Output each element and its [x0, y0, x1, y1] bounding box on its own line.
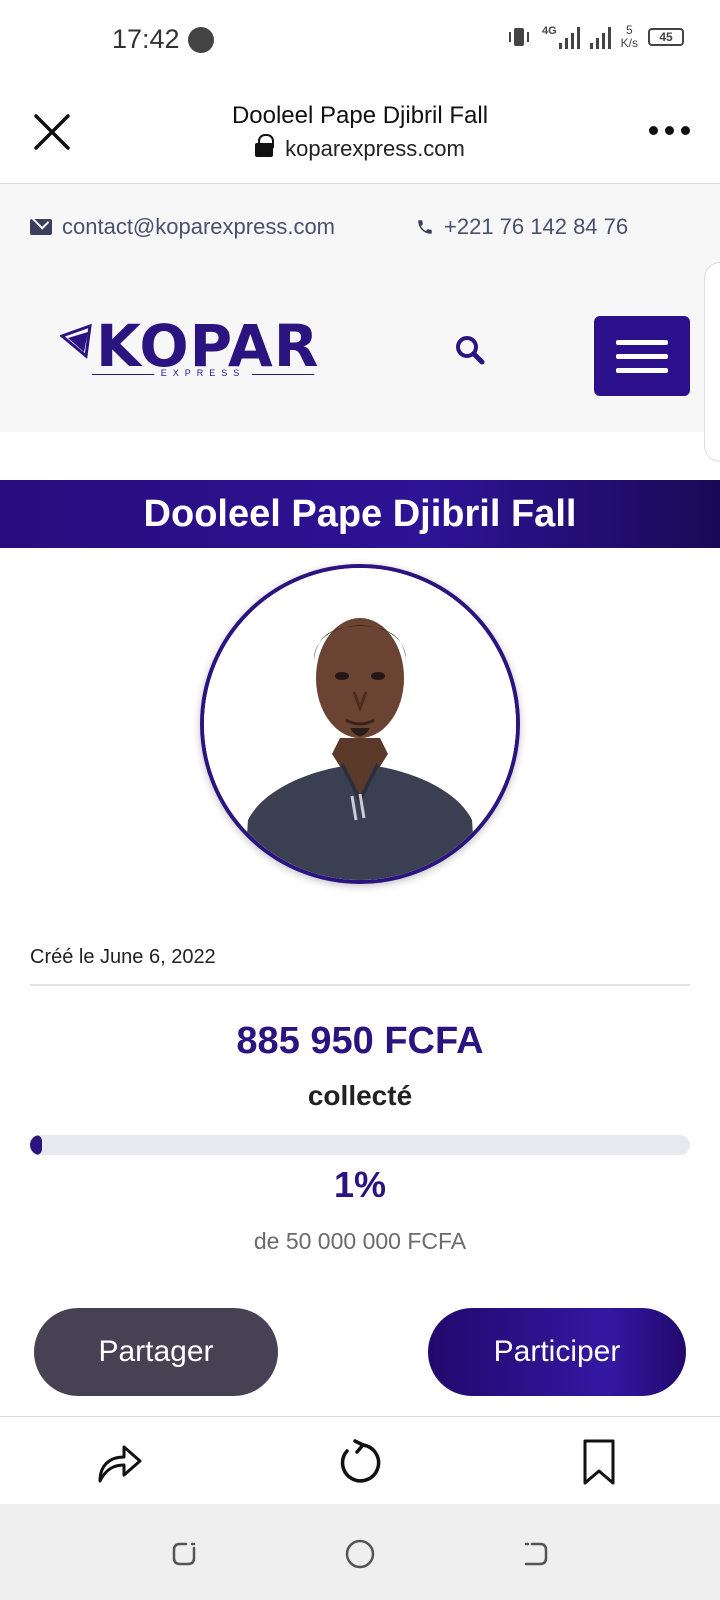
- status-indicators: 4G 5 K/s 45: [506, 24, 684, 50]
- network-speed: 5 K/s: [620, 23, 638, 50]
- email-text: contact@koparexpress.com: [62, 214, 336, 239]
- contact-email[interactable]: contact@koparexpress.com: [30, 214, 335, 240]
- kopar-logo[interactable]: KOPAR EXPRESS: [60, 312, 320, 382]
- created-date: Créé le June 6, 2022: [30, 946, 216, 968]
- edge-panel-handle[interactable]: [704, 262, 720, 462]
- whatsapp-icon: [188, 27, 214, 53]
- share-button[interactable]: Partager: [34, 1308, 278, 1396]
- browser-toolbar: Dooleel Pape Djibril Fall koparexpress.c…: [0, 80, 720, 184]
- reload-icon[interactable]: [335, 1437, 385, 1487]
- recents-icon[interactable]: [168, 1538, 200, 1570]
- share-icon[interactable]: [94, 1437, 144, 1487]
- browser-page-title: Dooleel Pape Djibril Fall: [231, 102, 489, 129]
- browser-url[interactable]: koparexpress.com: [0, 134, 720, 162]
- collected-label: collecté: [307, 1080, 413, 1111]
- campaign-avatar: [200, 564, 520, 884]
- person-photo: [204, 568, 516, 880]
- hamburger-menu-icon[interactable]: [594, 316, 690, 396]
- more-icon[interactable]: [649, 126, 690, 135]
- contact-phone[interactable]: +221 76 142 84 76: [416, 214, 628, 240]
- collected-amount: 885 950 FCFA: [236, 1020, 484, 1062]
- vibrate-icon: [508, 28, 529, 46]
- bookmark-icon[interactable]: [575, 1437, 625, 1487]
- system-nav-bar: [0, 1504, 720, 1600]
- browser-bottom-toolbar: [0, 1416, 720, 1504]
- search-icon[interactable]: [454, 334, 486, 366]
- status-bar: 17:42 4G 5 K/s 45: [0, 0, 720, 80]
- divider: [30, 984, 690, 986]
- goal-amount: de 50 000 000 FCFA: [253, 1228, 467, 1254]
- progress-percent: 1%: [333, 1164, 387, 1205]
- progress-bar: [30, 1135, 690, 1155]
- lock-icon: [255, 134, 275, 157]
- progress-fill: [30, 1135, 42, 1155]
- phone-text: +221 76 142 84 76: [444, 214, 629, 239]
- network-label: 4G: [541, 25, 557, 37]
- signal-4g: 4G: [542, 25, 580, 49]
- status-time: 17:42: [112, 24, 180, 54]
- campaign-title-band: Dooleel Pape Djibril Fall: [0, 480, 720, 548]
- url-text: koparexpress.com: [285, 136, 465, 161]
- site-header: contact@koparexpress.com +221 76 142 84 …: [0, 184, 720, 432]
- phone-icon: [418, 220, 432, 234]
- signal-bars: [589, 25, 611, 49]
- participate-button[interactable]: Participer: [428, 1308, 686, 1396]
- home-icon[interactable]: [344, 1538, 376, 1570]
- campaign-title: Dooleel Pape Djibril Fall: [143, 493, 577, 535]
- envelope-icon: [30, 219, 52, 235]
- back-icon[interactable]: [520, 1538, 552, 1570]
- logo-subtext: EXPRESS: [92, 368, 314, 378]
- logo-wing-icon: [60, 323, 92, 359]
- battery-indicator: 45: [648, 28, 684, 46]
